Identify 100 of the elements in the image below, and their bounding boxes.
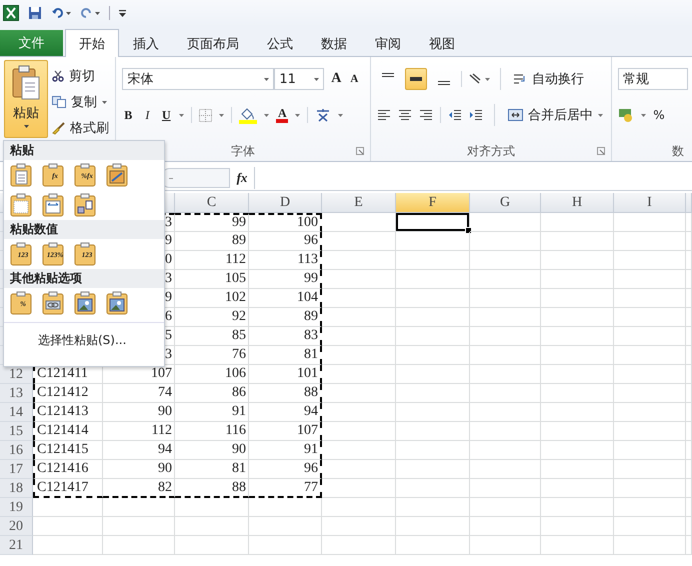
dropdown-arrow-icon[interactable] — [264, 114, 270, 116]
font-color-button[interactable]: A — [276, 107, 288, 123]
save-icon[interactable] — [28, 6, 42, 20]
row-header[interactable]: 13 — [0, 384, 33, 403]
grow-font-button[interactable]: A — [330, 71, 342, 87]
row-header[interactable]: 15 — [0, 422, 33, 441]
clipboard-icon — [10, 193, 32, 217]
table-cell: 96 — [249, 460, 322, 479]
dropdown-arrow-icon[interactable] — [179, 114, 184, 116]
wrap-text-button[interactable]: 自动换行 — [510, 69, 586, 89]
middle-align-button[interactable] — [404, 68, 427, 90]
font-size-field[interactable]: 11 — [274, 68, 324, 90]
column-header[interactable]: H — [541, 193, 614, 213]
borders-icon[interactable] — [199, 108, 212, 122]
table-cell — [614, 346, 686, 365]
copy-button[interactable]: 复制 — [52, 92, 109, 112]
active-cell[interactable] — [396, 213, 470, 232]
currency-icon[interactable] — [618, 108, 634, 122]
table-cell: 88 — [175, 479, 249, 498]
excel-logo-icon — [3, 5, 19, 21]
column-header[interactable]: G — [470, 193, 541, 213]
paste-option-button[interactable] — [74, 290, 98, 316]
column-header[interactable]: F — [396, 193, 470, 213]
ribbon-tab[interactable]: 视图 — [415, 30, 469, 56]
row-header[interactable]: 19 — [0, 498, 33, 517]
paste-option-button[interactable] — [106, 290, 130, 316]
redo-icon[interactable] — [80, 7, 100, 19]
table-cell — [103, 536, 175, 555]
group-label: 数 — [672, 142, 684, 160]
number-format-field[interactable]: 常规 — [618, 68, 688, 90]
dropdown-arrow-icon[interactable] — [640, 114, 646, 116]
row-header[interactable]: 12 — [0, 365, 33, 384]
paste-option-button[interactable] — [74, 192, 98, 218]
decrease-indent-icon[interactable] — [448, 109, 462, 121]
table-cell — [614, 384, 686, 403]
fill-color-icon[interactable] — [239, 106, 258, 124]
column-header[interactable]: E — [322, 193, 396, 213]
column-header[interactable]: I — [614, 193, 686, 213]
table-cell: 77 — [249, 479, 322, 498]
customize-toolbar-icon[interactable] — [119, 9, 126, 17]
format-painter-button[interactable]: 格式刷 — [52, 118, 109, 138]
underline-button[interactable]: U — [160, 108, 172, 122]
table-cell — [470, 403, 541, 422]
caret-icon — [314, 78, 320, 80]
table-cell: 83 — [249, 327, 322, 346]
ribbon-tab[interactable]: 审阅 — [361, 30, 415, 56]
row-header[interactable]: 18 — [0, 479, 33, 498]
increase-indent-icon[interactable] — [468, 109, 483, 121]
paste-option-button[interactable] — [42, 192, 66, 218]
paste-button[interactable]: 粘贴 — [4, 60, 48, 138]
group-label: 对齐方式 — [466, 142, 515, 160]
table-cell: 106 — [175, 365, 249, 384]
table-cell: C121415 — [33, 441, 103, 460]
shrink-font-button[interactable]: A — [348, 73, 360, 85]
percent-button[interactable]: % — [652, 108, 665, 122]
align-icon — [382, 73, 394, 77]
clipboard-icon — [11, 65, 41, 101]
table-cell: 94 — [249, 403, 322, 422]
clipboard-icon — [106, 291, 128, 315]
column-header[interactable]: C — [175, 193, 249, 213]
dialog-launcher-icon[interactable] — [596, 147, 605, 155]
ribbon-tab[interactable]: 公式 — [253, 30, 307, 56]
undo-icon[interactable] — [51, 7, 71, 19]
dialog-launcher-icon[interactable] — [356, 147, 364, 155]
file-tab[interactable]: 文件 — [0, 30, 63, 56]
row-header[interactable]: 20 — [0, 517, 33, 536]
row-header[interactable]: 17 — [0, 460, 33, 479]
table-cell: 94 — [103, 441, 175, 460]
ribbon-tab[interactable]: 数据 — [307, 30, 361, 56]
table-cell: 85 — [175, 327, 249, 346]
insert-function-button[interactable]: fx — [230, 170, 254, 186]
cut-button[interactable]: 剪切 — [52, 66, 109, 86]
row-header[interactable]: 14 — [0, 403, 33, 422]
align-right-icon[interactable] — [418, 109, 433, 121]
ribbon-tab[interactable]: 插入 — [119, 30, 173, 56]
bold-button[interactable]: B — [122, 108, 134, 122]
table-cell: 89 — [249, 308, 322, 327]
paste-option-button[interactable] — [10, 162, 34, 188]
align-left-icon[interactable] — [376, 109, 391, 121]
ribbon-tab[interactable]: 页面布局 — [173, 30, 253, 56]
dropdown-arrow-icon[interactable] — [338, 114, 344, 116]
dropdown-arrow-icon[interactable] — [295, 114, 300, 116]
italic-button[interactable]: I — [141, 108, 154, 122]
table-cell: 88 — [249, 384, 322, 403]
clipboard-icon — [42, 163, 64, 187]
font-name-field[interactable]: 宋体 — [122, 68, 274, 90]
align-center-icon[interactable] — [398, 109, 412, 121]
paste-option-button[interactable] — [10, 192, 34, 218]
table-cell — [470, 479, 541, 498]
orientation-icon[interactable] — [468, 73, 490, 85]
row-header[interactable]: 16 — [0, 441, 33, 460]
row-header[interactable]: 21 — [0, 536, 33, 555]
align-icon — [438, 81, 450, 85]
merge-center-button[interactable]: 合并后居中 — [506, 105, 605, 125]
column-header[interactable]: D — [249, 193, 322, 213]
paste-option-button[interactable] — [42, 290, 66, 316]
ribbon-tab[interactable]: 开始 — [65, 29, 119, 57]
phonetic-guide-icon[interactable] — [315, 107, 332, 123]
dropdown-arrow-icon[interactable] — [219, 114, 224, 116]
paste-option-button[interactable] — [106, 162, 130, 188]
